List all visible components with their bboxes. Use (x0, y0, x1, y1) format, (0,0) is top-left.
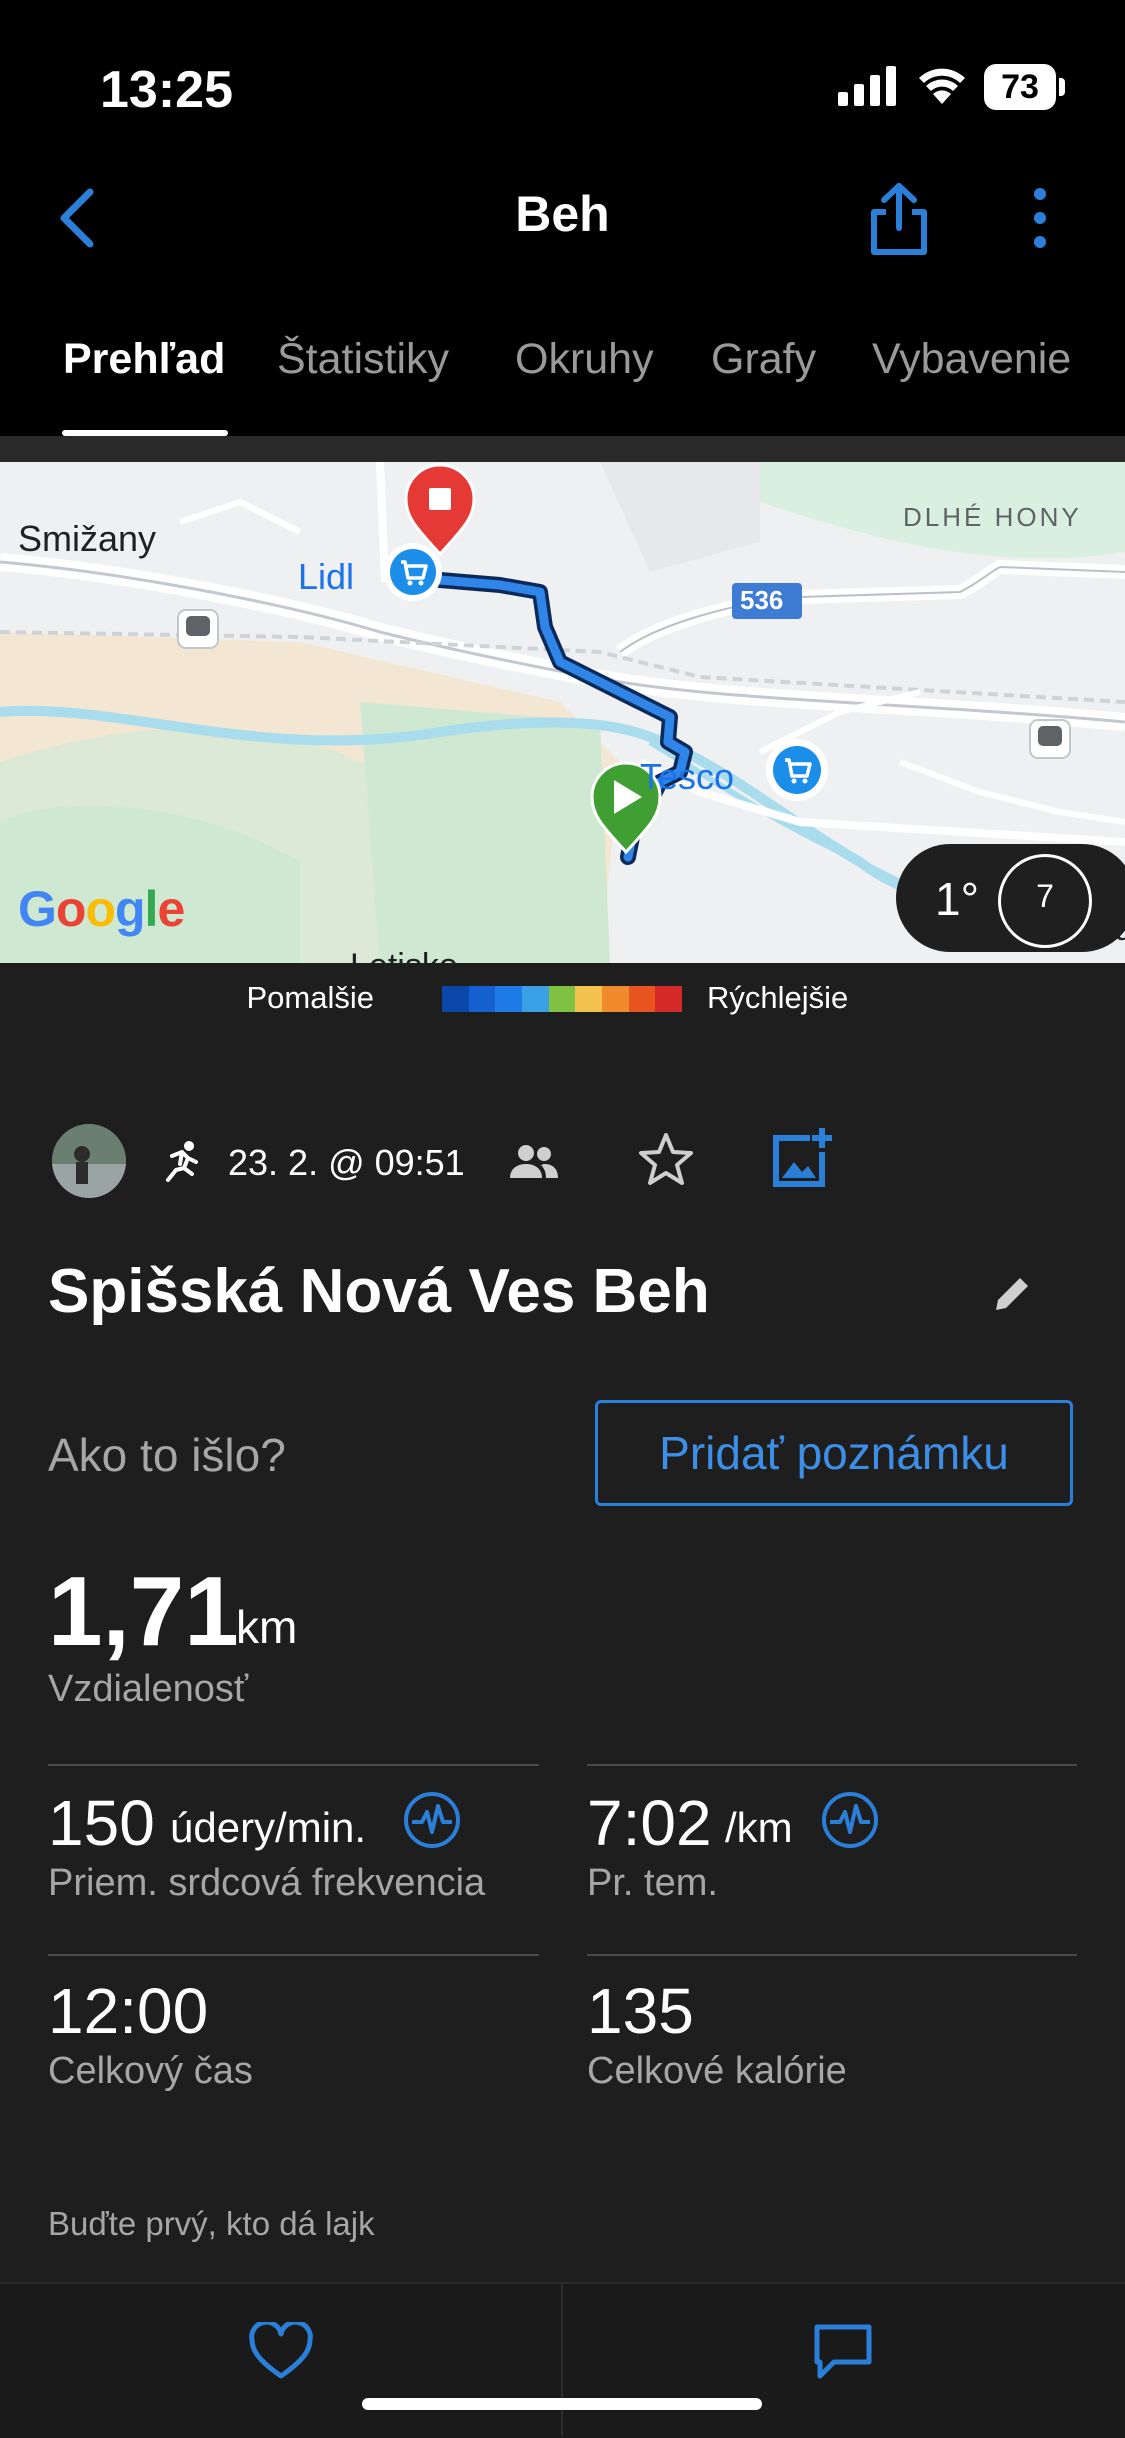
heart-rate-unit: údery/min. (170, 1804, 367, 1851)
page-title: Beh (515, 186, 610, 242)
distance-unit: km (236, 1601, 298, 1653)
heart-rate-label: Priem. srdcová frekvencia (48, 1862, 486, 1904)
people-icon[interactable] (506, 1142, 562, 1182)
pace-color-swatch (575, 986, 603, 1012)
bottom-bar-divider (561, 2284, 563, 2436)
calories-value: 135 (587, 1975, 694, 2047)
pace-color-swatch (548, 986, 576, 1012)
heart-rate-zone-icon[interactable] (402, 1790, 462, 1850)
pace-color-swatch (522, 986, 549, 1012)
home-indicator (362, 2398, 762, 2410)
map-label-dlhe-hony: DLHÉ HONY (903, 502, 1082, 532)
pace-color-swatch (495, 986, 523, 1012)
feeling-prompt: Ako to išlo? (48, 1429, 286, 1481)
map-label-tesco: Tesco (640, 756, 735, 797)
likes-prompt: Buďte prvý, kto dá lajk (48, 2205, 375, 2242)
total-time-value: 12:00 (48, 1975, 209, 2047)
like-heart-button[interactable] (248, 2322, 314, 2382)
tab-gear[interactable]: Vybavenie (872, 335, 1071, 384)
avatar[interactable] (52, 1124, 126, 1198)
tab-statistics[interactable]: Štatistiky (277, 335, 449, 384)
battery-icon: 73 (984, 64, 1065, 110)
section-separator (0, 436, 1125, 462)
star-icon[interactable] (636, 1130, 696, 1190)
tab-laps[interactable]: Okruhy (515, 335, 654, 384)
route-map[interactable]: Smižany Lidl DLHÉ HONY 536 Tesco iš vá L… (0, 462, 1125, 963)
tab-overview[interactable]: Prehľad (63, 335, 225, 384)
stats-divider (587, 1954, 1077, 1956)
wind-speed: 7 (1036, 878, 1054, 914)
activity-name: Spišská Nová Ves Beh (48, 1257, 710, 1326)
stats-divider (587, 1764, 1077, 1766)
calories-label: Celkové kalórie (587, 2050, 847, 2092)
wifi-icon (919, 68, 965, 104)
road-shield-536: 536 (740, 585, 784, 615)
pace-zone-icon[interactable] (820, 1790, 880, 1850)
stats-divider (48, 1954, 539, 1956)
pace-value: 7:02 (587, 1787, 712, 1859)
pace-color-swatch (442, 986, 469, 1012)
status-time: 13:25 (100, 61, 233, 119)
map-label-lidl: Lidl (298, 556, 355, 597)
pace-color-scale (442, 986, 683, 1012)
map-label-bottom-cut: Letisko (350, 947, 458, 963)
stats-divider (48, 1764, 539, 1766)
pace-color-swatch (602, 986, 629, 1012)
pace-unit: /km (725, 1804, 793, 1851)
distance-value: 1,71 (48, 1556, 239, 1666)
cellular-signal-icon (838, 66, 896, 106)
share-button[interactable] (864, 178, 934, 258)
map-label-smizany: Smižany (18, 518, 157, 559)
heart-rate-value: 150 (48, 1787, 155, 1859)
legend-faster-label: Rýchlejšie (707, 980, 849, 1015)
distance-label: Vzdialenosť (48, 1668, 249, 1710)
pace-color-swatch (468, 986, 496, 1012)
edit-pencil-icon[interactable] (990, 1272, 1034, 1316)
add-photo-icon[interactable] (770, 1126, 834, 1190)
pace-color-swatch (655, 986, 683, 1012)
more-options-button[interactable] (1020, 178, 1060, 258)
pace-color-swatch (628, 986, 656, 1012)
google-logo: Google (18, 881, 185, 937)
tab-charts[interactable]: Grafy (711, 335, 816, 384)
pace-label: Pr. tem. (587, 1862, 718, 1904)
battery-level: 73 (1001, 68, 1039, 106)
activity-date: 23. 2. @ 09:51 (228, 1142, 465, 1183)
legend-slower-label: Pomalšie (246, 980, 375, 1015)
total-time-label: Celkový čas (48, 2050, 253, 2092)
running-icon (166, 1141, 198, 1182)
weather-temperature: 1° (935, 873, 979, 925)
comment-button[interactable] (812, 2322, 874, 2382)
add-note-button[interactable]: Pridať poznámku (595, 1400, 1073, 1506)
